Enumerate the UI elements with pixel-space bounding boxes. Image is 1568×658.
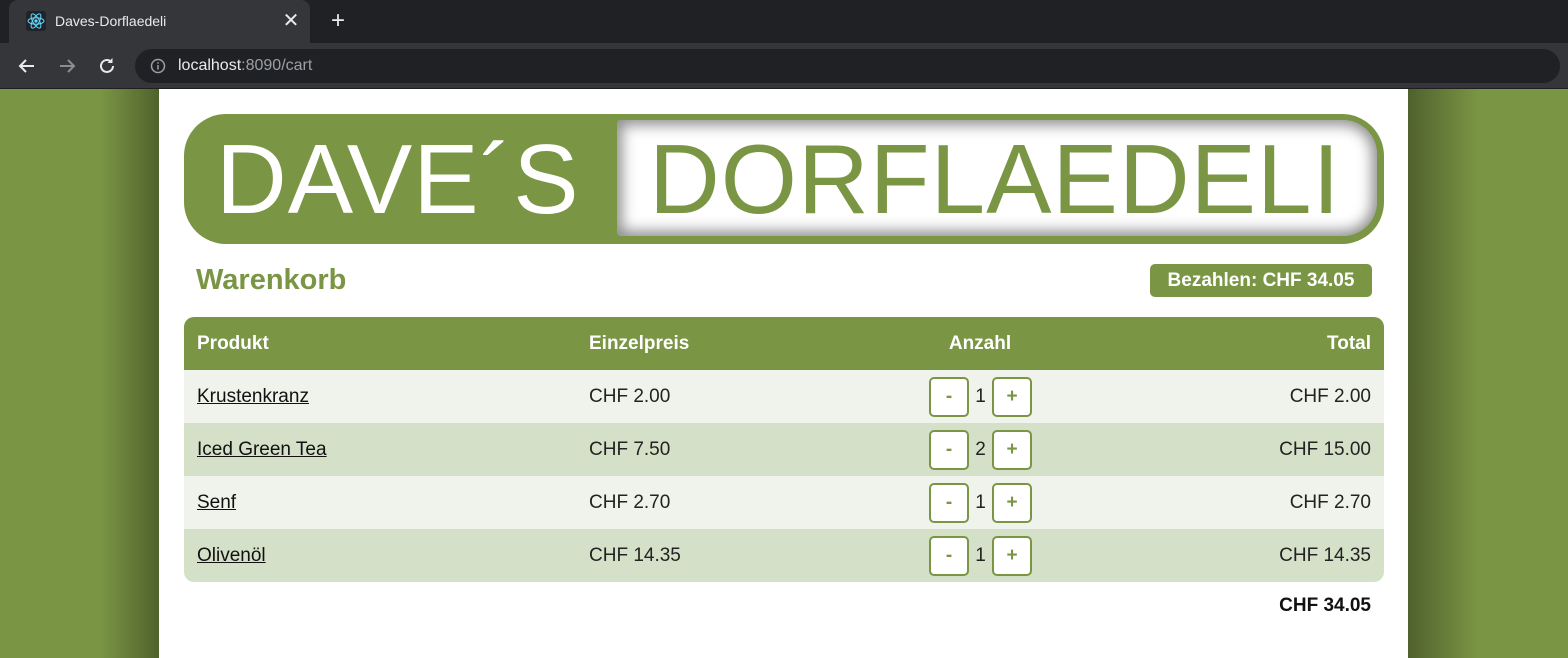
row-total-cell: CHF 15.00	[1279, 439, 1371, 460]
url-path: :8090/cart	[241, 57, 313, 74]
product-link[interactable]: Iced Green Tea	[197, 439, 327, 460]
page-shadow-left	[100, 89, 160, 658]
quantity-stepper: - 1 +	[929, 377, 1032, 417]
react-favicon-icon	[26, 11, 46, 31]
page-title: Warenkorb	[196, 264, 347, 296]
quantity-value: 2	[975, 439, 986, 460]
reload-icon	[100, 58, 114, 73]
url-text[interactable]: localhost:8090/cart	[178, 57, 312, 75]
header-quantity: Anzahl	[948, 333, 1012, 354]
shop-logo-banner[interactable]: DAVE´S DORFLAEDELI	[184, 114, 1384, 244]
product-cell: Krustenkranz	[197, 370, 309, 423]
back-arrow-icon	[18, 59, 34, 73]
logo-text-dorflaedeli: DORFLAEDELI	[649, 124, 1341, 234]
header-product: Produkt	[197, 333, 269, 354]
unit-price-cell: CHF 14.35	[589, 545, 681, 566]
unit-price-cell: CHF 7.50	[589, 439, 671, 460]
quantity-stepper: - 2 +	[929, 430, 1032, 470]
page-shadow-right	[1408, 89, 1478, 658]
header-total: Total	[1327, 333, 1371, 354]
logo-inset-box: DORFLAEDELI	[617, 120, 1377, 236]
increase-quantity-button[interactable]: +	[992, 536, 1032, 576]
product-cell: Iced Green Tea	[197, 423, 327, 476]
quantity-value: 1	[975, 545, 986, 566]
logo-text-daves: DAVE´S	[216, 124, 580, 234]
decrease-quantity-button[interactable]: -	[929, 377, 969, 417]
product-link[interactable]: Senf	[197, 492, 236, 513]
browser-tab-bar: Daves-Dorflaedeli ✕ +	[0, 0, 1568, 43]
cart-table: Produkt Einzelpreis Anzahl Total Krusten…	[184, 317, 1384, 582]
quantity-value: 1	[975, 492, 986, 513]
product-link[interactable]: Krustenkranz	[197, 386, 309, 407]
row-total-cell: CHF 2.70	[1289, 492, 1371, 513]
table-row: Iced Green Tea CHF 7.50 - 2 + CHF 15.00	[184, 423, 1384, 476]
close-icon[interactable]: ✕	[280, 8, 302, 34]
forward-arrow-icon	[60, 59, 76, 73]
quantity-value: 1	[975, 386, 986, 407]
grand-total: CHF 34.05	[1279, 595, 1371, 616]
tab-title: Daves-Dorflaedeli	[55, 13, 167, 29]
row-total-cell: CHF 2.00	[1289, 386, 1371, 407]
url-host: localhost	[178, 57, 242, 74]
pay-button[interactable]: Bezahlen: CHF 34.05	[1150, 264, 1372, 297]
product-cell: Senf	[197, 476, 236, 529]
address-bar[interactable]: localhost:8090/cart	[135, 49, 1560, 83]
table-row: Krustenkranz CHF 2.00 - 1 + CHF 2.00	[184, 370, 1384, 423]
info-icon[interactable]	[150, 58, 166, 74]
increase-quantity-button[interactable]: +	[992, 377, 1032, 417]
row-total-cell: CHF 14.35	[1279, 545, 1371, 566]
page-viewport: DAVE´S DORFLAEDELI Warenkorb Bezahlen: C…	[0, 89, 1568, 658]
browser-tab[interactable]: Daves-Dorflaedeli ✕	[9, 0, 310, 43]
header-unit-price: Einzelpreis	[589, 333, 690, 354]
back-button[interactable]	[13, 52, 41, 80]
table-header: Produkt Einzelpreis Anzahl Total	[184, 317, 1384, 370]
plus-icon[interactable]: +	[325, 8, 351, 34]
reload-button[interactable]	[93, 52, 121, 80]
increase-quantity-button[interactable]: +	[992, 483, 1032, 523]
quantity-stepper: - 1 +	[929, 536, 1032, 576]
increase-quantity-button[interactable]: +	[992, 430, 1032, 470]
unit-price-cell: CHF 2.00	[589, 386, 671, 407]
product-cell: Olivenöl	[197, 529, 266, 582]
browser-toolbar: localhost:8090/cart	[0, 43, 1568, 89]
decrease-quantity-button[interactable]: -	[929, 536, 969, 576]
quantity-stepper: - 1 +	[929, 483, 1032, 523]
product-link[interactable]: Olivenöl	[197, 545, 266, 566]
page-content: DAVE´S DORFLAEDELI Warenkorb Bezahlen: C…	[159, 89, 1408, 658]
unit-price-cell: CHF 2.70	[589, 492, 671, 513]
table-row: Olivenöl CHF 14.35 - 1 + CHF 14.35	[184, 529, 1384, 582]
table-row: Senf CHF 2.70 - 1 + CHF 2.70	[184, 476, 1384, 529]
decrease-quantity-button[interactable]: -	[929, 430, 969, 470]
forward-button[interactable]	[53, 52, 81, 80]
decrease-quantity-button[interactable]: -	[929, 483, 969, 523]
